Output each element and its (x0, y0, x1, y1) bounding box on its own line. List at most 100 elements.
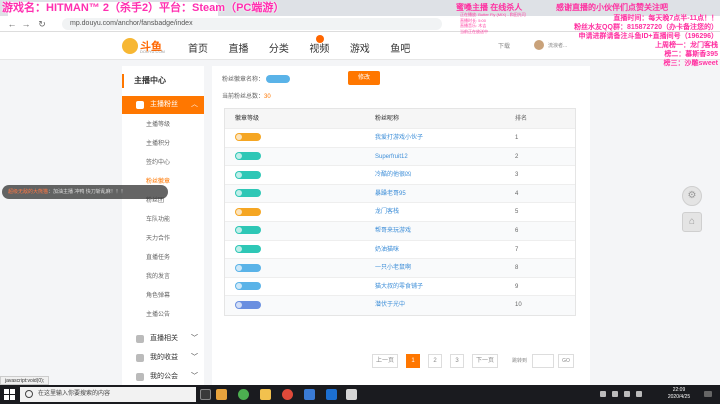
page-button[interactable]: 3 (450, 354, 464, 368)
fan-rank: 1 (515, 135, 519, 141)
chrome-icon[interactable] (238, 389, 249, 400)
app-icon[interactable] (216, 389, 227, 400)
sidebar-section-live[interactable]: 直播相关 ﹀ (122, 330, 204, 348)
table-row: 奶油猫咪 7 (225, 241, 575, 260)
fan-nickname[interactable]: 潜伏于光中 (375, 296, 405, 315)
sidebar-item[interactable]: 主播等级 (122, 118, 204, 132)
steam-icon[interactable] (326, 389, 337, 400)
table-row: 一只小老鼠啊 8 (225, 259, 575, 278)
overlay-line: 直播时间：每天晚7点半-11点！！ (613, 15, 718, 22)
sidebar-item[interactable]: 主播积分 (122, 137, 204, 151)
nav-live[interactable]: 直播 (228, 40, 248, 55)
go-button[interactable]: GO (558, 354, 574, 368)
download-link[interactable]: 下载 (498, 41, 510, 50)
goto-page-input[interactable] (532, 354, 554, 368)
windows-start-icon[interactable] (4, 389, 15, 400)
taskbar-search[interactable]: 在这里输入你要搜索的内容 (20, 387, 196, 402)
nav-game[interactable]: 游戏 (350, 40, 370, 55)
fan-badge-cell (235, 259, 261, 278)
fan-nickname[interactable]: 我爱打游戏小伙子 (375, 129, 423, 148)
sidebar-section-fans[interactable]: 主播粉丝 ︿ (122, 96, 204, 114)
fan-badge-cell (235, 129, 261, 148)
fan-badge-icon (235, 226, 261, 235)
nav-fishbar[interactable]: 鱼吧 (390, 40, 410, 55)
overlay-line: 榜二：慕斯香395 (664, 51, 718, 58)
fan-badge-icon (235, 152, 261, 161)
sidebar-item[interactable]: 天力合作 (122, 232, 204, 246)
table-header-row: 徽章等级 粉丝昵称 排名 (225, 109, 575, 129)
nav-home[interactable]: 首页 (188, 40, 208, 55)
sidebar-item[interactable]: 角色弹幕 (122, 289, 204, 303)
column-header-rank: 排名 (515, 116, 528, 122)
table-row: Superfruit12 2 (225, 147, 575, 167)
edit-badge-button[interactable]: 修改 (348, 71, 380, 85)
nav-category[interactable]: 分类 (269, 40, 289, 55)
taskbar-clock[interactable]: 22:09 2020/4/25 (664, 387, 694, 401)
fan-nickname[interactable]: 帮哥来玩游戏 (375, 222, 411, 241)
fan-badge-icon (235, 282, 261, 291)
page-button[interactable]: 1 (406, 354, 420, 368)
main-nav: 首页 直播 分类 视频 游戏 鱼吧 (188, 35, 426, 55)
volume-icon[interactable] (624, 391, 630, 397)
chevron-down-icon: ﹀ (191, 354, 198, 361)
file-explorer-icon[interactable] (260, 389, 271, 400)
table-row: 我爱打游戏小伙子 1 (225, 129, 575, 148)
income-icon (136, 354, 144, 362)
fan-nickname[interactable]: 暴躁老哥95 (375, 185, 406, 204)
fan-badge-cell (235, 148, 261, 167)
fan-nickname[interactable]: 冷酷的他很凶 (375, 166, 411, 185)
fan-rank: 5 (515, 209, 519, 216)
app-icon[interactable] (304, 389, 315, 400)
fan-badge-cell (235, 185, 261, 204)
chevron-up-icon: ︿ (191, 101, 198, 108)
fan-nickname[interactable]: 龙门客栈 (375, 203, 399, 222)
address-bar[interactable]: mp.douyu.com/anchor/fansbadge/index (62, 18, 442, 30)
fan-nickname[interactable]: 一只小老鼠啊 (375, 259, 411, 278)
fan-rank: 9 (515, 283, 519, 290)
network-icon[interactable] (612, 391, 618, 397)
sidebar-item[interactable]: 车队功能 (122, 213, 204, 227)
fan-rank: 7 (515, 246, 519, 253)
overlay-title-right: 感谢直播的小伙伴们点赞关注吧 (556, 3, 668, 12)
fan-badge-icon (235, 189, 261, 198)
notification-icon[interactable] (704, 391, 712, 397)
fan-nickname[interactable]: 奶油猫咪 (375, 241, 399, 260)
badge-name-line: 粉丝徽章名称： (222, 74, 290, 84)
home-icon[interactable]: ⌂ (682, 212, 702, 232)
logo-icon (122, 38, 138, 54)
streamer-info-line: 正在播放: Butter Fly (MIX) - 和田光司 (460, 12, 526, 17)
danmaku-message: ：加油主播 冲鸭 快刀斩乱麻！！！ (48, 189, 126, 195)
prev-page-button[interactable]: 上一页 (372, 354, 398, 368)
reload-icon[interactable]: ↻ (36, 18, 48, 30)
fan-nickname[interactable]: Superfruit12 (375, 148, 408, 167)
sidebar-item[interactable]: 签约中心 (122, 156, 204, 170)
current-badge (265, 75, 290, 84)
ime-icon[interactable] (636, 391, 642, 397)
sidebar-item[interactable]: 主播公告 (122, 308, 204, 322)
sidebar-item[interactable]: 直播任务 (122, 251, 204, 265)
fan-count-value: 30 (264, 94, 271, 100)
task-view-icon[interactable] (200, 389, 211, 400)
douyu-logo[interactable]: 斗鱼 DOUYU.COM (122, 36, 170, 56)
sidebar-section-income[interactable]: 我的收益 ﹀ (122, 349, 204, 367)
settings-icon[interactable]: ⚙ (682, 186, 702, 206)
guild-icon (136, 373, 144, 381)
forward-icon[interactable]: → (20, 18, 32, 30)
next-page-button[interactable]: 下一页 (472, 354, 498, 368)
page-button[interactable]: 2 (428, 354, 442, 368)
sidebar-item[interactable]: 我的发言 (122, 270, 204, 284)
obs-icon[interactable] (282, 389, 293, 400)
app-icon[interactable] (346, 389, 357, 400)
anchor-sidebar: 主播中心 主播粉丝 ︿ 主播等级 主播积分 签约中心 粉丝徽章 粉丝团 车队功能… (122, 66, 204, 386)
hot-badge (316, 35, 324, 43)
live-icon (136, 335, 144, 343)
back-icon[interactable]: ← (6, 18, 18, 30)
badge-name-label: 粉丝徽章名称： (222, 77, 265, 83)
streamer-info-overlay: 正在播放: Butter Fly (MIX) - 和田光司 直播时长: 5:00… (460, 12, 530, 34)
sidebar-section-guild[interactable]: 我的公会 ﹀ (122, 368, 204, 386)
status-bar-url: javascript:void(0); (0, 376, 50, 385)
column-header-level: 徽章等级 (235, 116, 260, 122)
tray-icon[interactable] (600, 391, 606, 397)
danmaku-user: 超级无敌的大熊猫 (8, 189, 49, 195)
fan-nickname[interactable]: 猫大叔的零食铺子 (375, 278, 423, 297)
